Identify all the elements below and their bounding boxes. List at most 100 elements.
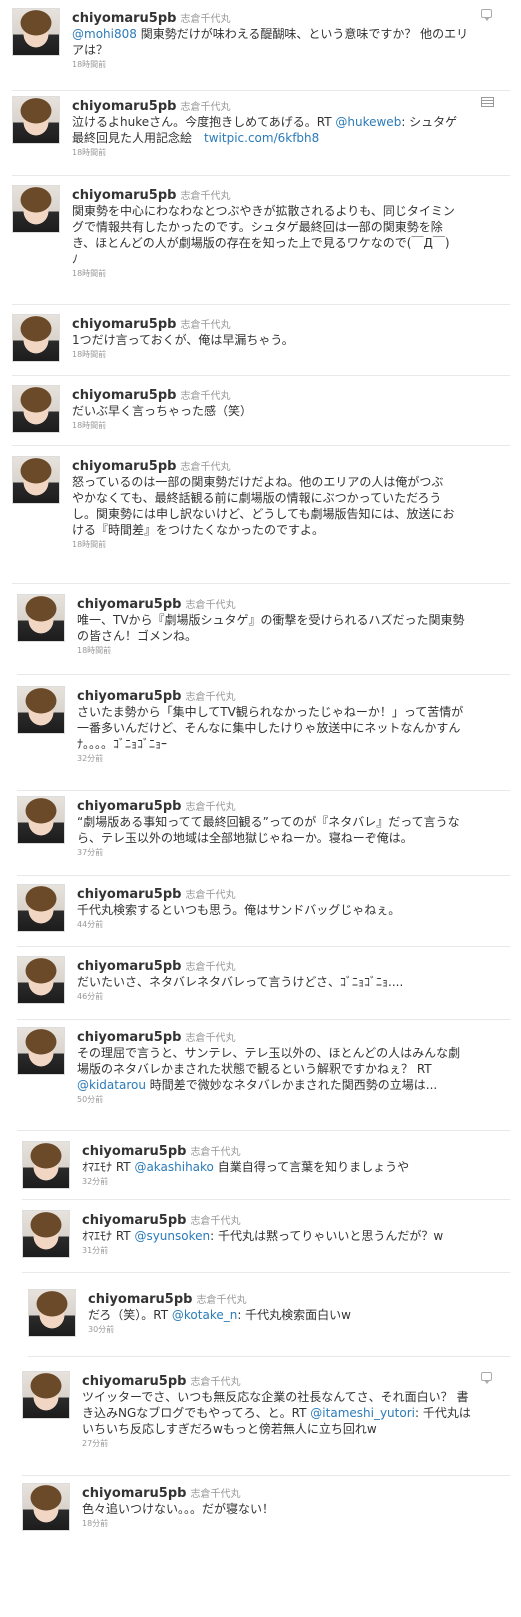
screen-name-link[interactable]: chiyomaru5pb (77, 887, 181, 902)
timestamp-link[interactable]: 50分前 (77, 1094, 460, 1106)
reply-icon[interactable] (481, 9, 492, 21)
timestamp-link[interactable]: 18時間前 (72, 147, 457, 159)
full-name: 志倉千代丸 (196, 1295, 247, 1306)
text-segment: 一番多いんだけど、そんなに集中したけりゃ放送中にネットなんかすん (77, 721, 461, 735)
timestamp-link[interactable]: 18時間前 (72, 349, 294, 361)
avatar[interactable] (17, 796, 65, 844)
avatar[interactable] (12, 8, 60, 56)
full-name: 志倉千代丸 (180, 462, 231, 473)
screen-name-link[interactable]: chiyomaru5pb (72, 459, 176, 474)
screen-name-link[interactable]: chiyomaru5pb (82, 1213, 186, 1228)
avatar[interactable] (12, 385, 60, 433)
tweet-content: chiyomaru5pb 志倉千代丸 色々追いつけない。。。だが寝ない！ 18分前 (82, 1483, 274, 1530)
tweet-divider (22, 1272, 510, 1273)
mention-link[interactable]: @kotake_n (172, 1308, 237, 1322)
timestamp-link[interactable]: 30分前 (88, 1324, 351, 1336)
text-segment: ﾅ。。。。ｺﾞﾆｮｺﾞﾆｮｰ (77, 737, 168, 751)
tweet-content: chiyomaru5pb 志倉千代丸 だいぶ早く言っちゃった感（笑） 18時間前 (72, 385, 252, 432)
mention-link[interactable]: @mohi808 (72, 27, 137, 41)
text-segment: “劇場版ある事知ってて最終回観る”ってのが『ネタバレ』だって言うな (77, 815, 460, 829)
timestamp-link[interactable]: 32分前 (82, 1176, 409, 1188)
url-link[interactable]: twitpic.com/6kfbh8 (204, 131, 319, 145)
mention-link[interactable]: @itameshi_yutori (310, 1406, 415, 1420)
avatar[interactable] (22, 1141, 70, 1189)
tweet-header: chiyomaru5pb 志倉千代丸 (77, 686, 463, 704)
text-segment: : 千代丸は黙ってりゃいいと思うんだが？w (210, 1229, 444, 1243)
timestamp-link[interactable]: 46分前 (77, 991, 403, 1003)
avatar[interactable] (22, 1371, 70, 1419)
tweet-header: chiyomaru5pb 志倉千代丸 (72, 314, 294, 332)
tweet-text: 唯一、TVから『劇場版シュタゲ』の衝撃を受けられるハズだった関東勢 の皆さん！ゴメ… (77, 612, 465, 644)
tweet-content: chiyomaru5pb 志倉千代丸 さいたま勢から「集中してTV観られなかったじゃ… (77, 686, 463, 765)
tweet-text: さいたま勢から「集中してTV観られなかったじゃねーか！」って苦情が 一番多いんだけ… (77, 704, 463, 752)
tweet-divider (12, 375, 510, 376)
avatar[interactable] (28, 1289, 76, 1337)
media-icon[interactable] (481, 97, 494, 107)
timestamp-link[interactable]: 18時間前 (72, 420, 252, 432)
tweet-header: chiyomaru5pb 志倉千代丸 (72, 456, 454, 474)
avatar[interactable] (22, 1483, 70, 1531)
avatar[interactable] (22, 1210, 70, 1258)
timestamp-link[interactable]: 18時間前 (72, 539, 454, 551)
avatar[interactable] (17, 1027, 65, 1075)
screen-name-link[interactable]: chiyomaru5pb (82, 1486, 186, 1501)
screen-name-link[interactable]: chiyomaru5pb (77, 1030, 181, 1045)
mention-link[interactable]: @kidatarou (77, 1078, 146, 1092)
avatar[interactable] (17, 884, 65, 932)
screen-name-link[interactable]: chiyomaru5pb (77, 597, 181, 612)
screen-name-link[interactable]: chiyomaru5pb (72, 99, 176, 114)
mention-link[interactable]: @syunsoken (134, 1229, 210, 1243)
screen-name-link[interactable]: chiyomaru5pb (77, 799, 181, 814)
screen-name-link[interactable]: chiyomaru5pb (77, 959, 181, 974)
screen-name-link[interactable]: chiyomaru5pb (72, 388, 176, 403)
avatar[interactable] (12, 456, 60, 504)
mention-link[interactable]: @hukeweb (335, 115, 401, 129)
avatar[interactable] (17, 956, 65, 1004)
reply-icon[interactable] (481, 1372, 492, 1384)
screen-name-link[interactable]: chiyomaru5pb (72, 11, 176, 26)
text-segment: : 千代丸検索面白いw (237, 1308, 352, 1322)
screen-name-link[interactable]: chiyomaru5pb (88, 1292, 192, 1307)
full-name: 志倉千代丸 (185, 962, 236, 973)
avatar[interactable] (17, 594, 65, 642)
tweet-header: chiyomaru5pb 志倉千代丸 (77, 796, 460, 814)
tweet-divider (17, 790, 510, 791)
tweet-content: chiyomaru5pb 志倉千代丸 ツイッターでさ、いつも無反応な企業の社長なんて… (82, 1371, 471, 1450)
screen-name-link[interactable]: chiyomaru5pb (77, 689, 181, 704)
tweet-header: chiyomaru5pb 志倉千代丸 (82, 1483, 274, 1501)
timestamp-link[interactable]: 18時間前 (72, 59, 468, 71)
full-name: 志倉千代丸 (180, 391, 231, 402)
avatar[interactable] (12, 185, 60, 233)
screen-name-link[interactable]: chiyomaru5pb (82, 1144, 186, 1159)
screen-name-link[interactable]: chiyomaru5pb (72, 188, 176, 203)
text-segment: : シュタゲ (401, 115, 458, 129)
timestamp-link[interactable]: 18分前 (82, 1518, 274, 1530)
mention-link[interactable]: @akashihako (134, 1160, 213, 1174)
screen-name-link[interactable]: chiyomaru5pb (82, 1374, 186, 1389)
timestamp-link[interactable]: 44分前 (77, 919, 400, 931)
tweet-divider (17, 875, 510, 876)
text-segment: 怒っているのは一部の関東勢だけだよね。他のエリアの人は俺がつぶ (72, 475, 444, 489)
text-segment: 関東勢だけが味わえる醍醐味、という意味ですか？ 他のエリ (136, 27, 469, 41)
timestamp-link[interactable]: 27分前 (82, 1438, 471, 1450)
tweet-text: 色々追いつけない。。。だが寝ない！ (82, 1501, 274, 1517)
avatar[interactable] (12, 96, 60, 144)
tweet-header: chiyomaru5pb 志倉千代丸 (82, 1371, 471, 1389)
timestamp-link[interactable]: 37分前 (77, 847, 460, 859)
avatar[interactable] (17, 686, 65, 734)
text-segment: グで情報共有したかったのです。シュタゲ最終回は一部の関東勢を除 (72, 220, 443, 234)
timestamp-link[interactable]: 18時間前 (72, 268, 455, 280)
tweet-divider (17, 674, 510, 675)
tweet-text: ｵﾏｴﾓﾅ RT @akashihako 自業自得って言葉を知りましょうや (82, 1159, 409, 1175)
text-segment: その理屈で言うと、サンテレ、テレ玉以外の、ほとんどの人はみんな劇 (77, 1046, 461, 1060)
timestamp-link[interactable]: 31分前 (82, 1245, 443, 1257)
tweet-header: chiyomaru5pb 志倉千代丸 (77, 884, 400, 902)
avatar[interactable] (12, 314, 60, 362)
text-segment: 時間差で微妙なネタバレかまされた関西勢の立場は... (145, 1078, 438, 1092)
tweet-divider (22, 1199, 510, 1200)
full-name: 志倉千代丸 (185, 692, 236, 703)
screen-name-link[interactable]: chiyomaru5pb (72, 317, 176, 332)
timestamp-link[interactable]: 18時間前 (77, 645, 465, 657)
timestamp-link[interactable]: 32分前 (77, 753, 463, 765)
tweet-header: chiyomaru5pb 志倉千代丸 (82, 1210, 443, 1228)
